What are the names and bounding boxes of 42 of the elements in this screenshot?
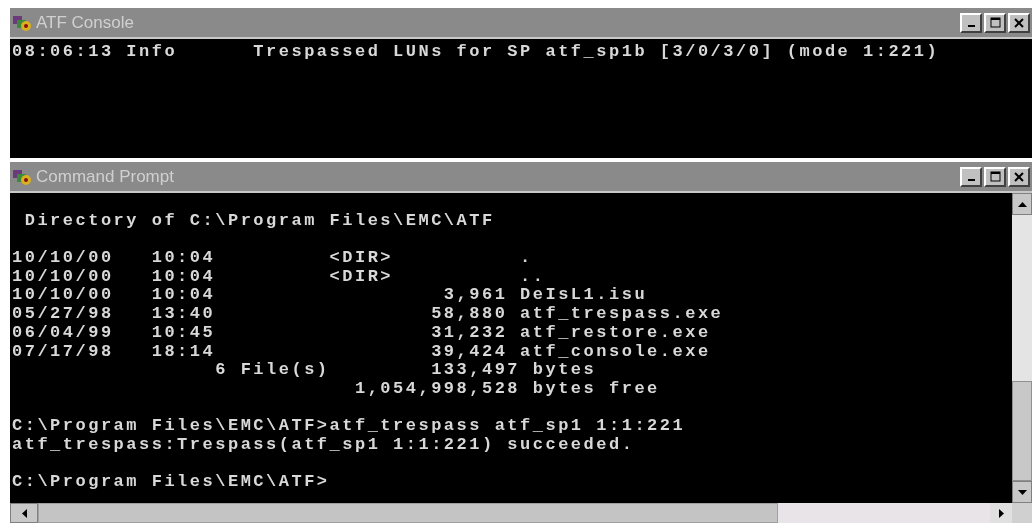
scroll-down-button[interactable]	[1012, 481, 1032, 503]
close-button[interactable]	[1008, 166, 1030, 187]
right-arrow-icon	[998, 508, 1004, 518]
console-line: 1,054,998,528 bytes free	[353, 380, 660, 399]
scroll-right-button[interactable]	[990, 503, 1012, 523]
console-line: 05/27/98 13:40 58,880 atf_trespass.exe	[12, 305, 724, 324]
console-line: Directory of C:\Program Files\EMC\ATF	[23, 211, 495, 231]
maximize-button[interactable]	[984, 12, 1006, 33]
close-icon	[1014, 171, 1024, 182]
window-title: Command Prompt	[36, 165, 174, 188]
maximize-icon	[989, 17, 1001, 28]
console-line: C:\Program Files\EMC\ATF>atf_trespass atf_sp1 1:1:221	[12, 417, 686, 437]
scroll-thumb[interactable]	[38, 503, 778, 523]
scroll-left-button[interactable]	[10, 503, 38, 523]
down-arrow-icon	[1017, 489, 1027, 495]
console-line: C:\Program Files\EMC\ATF>	[12, 473, 330, 493]
console-line: atf_trespass:Trespass(atf_sp1 1:1:221) succeeded.	[12, 436, 635, 455]
console-line: 10/10/00 10:04 <DIR> ..	[12, 267, 546, 287]
app-icon	[12, 167, 32, 186]
left-arrow-icon	[21, 508, 27, 518]
up-arrow-icon	[1017, 201, 1027, 207]
maximize-button[interactable]	[984, 166, 1006, 187]
vertical-scrollbar[interactable]	[1012, 193, 1032, 503]
console-line: 08:06:13 Info Trespassed LUNs for SP atf_sp1b [3/0/3/0] (mode 1:221)	[12, 43, 940, 62]
scroll-up-button[interactable]	[1012, 193, 1032, 215]
minimize-button[interactable]	[960, 12, 982, 33]
console-line: 06/04/99 10:45 31,232 atf_restore.exe	[12, 323, 711, 343]
minimize-button[interactable]	[960, 166, 982, 187]
console-line: 07/17/98 18:14 39,424 atf_console.exe	[12, 342, 711, 362]
close-button[interactable]	[1008, 12, 1030, 33]
console-line: 10/10/00 10:04 3,961 DeIsL1.isu	[12, 286, 648, 306]
minimize-icon	[967, 25, 975, 27]
console-line: 10/10/00 10:04 <DIR> .	[12, 249, 533, 268]
minimize-icon	[967, 179, 975, 181]
resize-grip[interactable]	[1012, 503, 1032, 523]
maximize-icon	[989, 171, 1001, 182]
close-icon	[1014, 17, 1024, 28]
horizontal-scrollbar[interactable]	[10, 503, 1032, 523]
scroll-thumb[interactable]	[1012, 381, 1032, 481]
app-icon	[12, 13, 32, 32]
window-title: ATF Console	[36, 11, 134, 34]
console-line: 6 File(s) 133,497 bytes	[214, 361, 597, 380]
